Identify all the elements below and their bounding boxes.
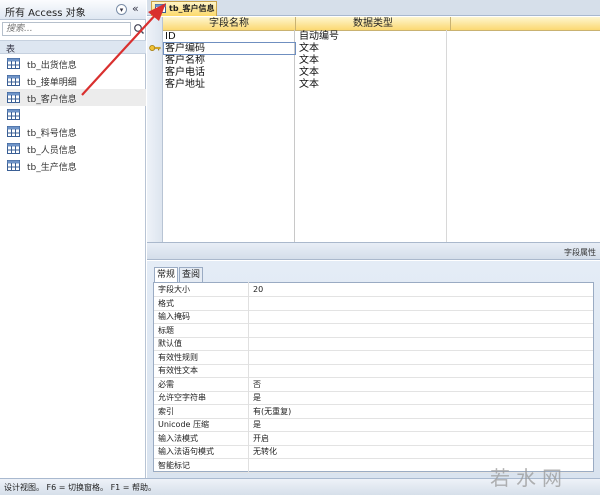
property-label: 有效性规则 (158, 352, 198, 362)
property-value[interactable]: 是 (253, 391, 261, 404)
nav-title[interactable]: 所有 Access 对象 (5, 4, 86, 19)
data-type-cell[interactable]: 文本 (299, 55, 319, 67)
property-row[interactable]: 输入掩码 (154, 310, 593, 324)
chevron-down-icon[interactable]: ▾ (116, 4, 127, 15)
property-label: 默认值 (158, 339, 182, 348)
property-row[interactable]: 字段大小 20 (154, 283, 593, 297)
table-icon (7, 143, 20, 154)
property-row[interactable]: 有效性规则 (154, 351, 593, 365)
property-row[interactable]: 允许空字符串 是 (154, 391, 593, 405)
table-icon (7, 126, 20, 137)
data-type-cell[interactable]: 文本 (299, 43, 319, 55)
nav-item-label: tb_料号信息 (27, 129, 77, 139)
document-tab[interactable]: tb_客户信息 (151, 1, 217, 16)
property-label: Unicode 压缩 (158, 420, 209, 429)
nav-header[interactable]: 所有 Access 对象 ▾ « (0, 0, 146, 20)
property-row[interactable]: 输入法语句模式 无转化 (154, 445, 593, 459)
collapse-icon[interactable]: « (132, 2, 139, 15)
navigation-pane: 所有 Access 对象 ▾ « 表 tb_出货信息 tb_接单明细 tb_客户… (0, 0, 146, 478)
column-divider (294, 30, 295, 242)
table-icon (7, 92, 20, 103)
tab-general[interactable]: 常规 (154, 267, 179, 282)
property-label: 必需 (158, 379, 174, 389)
property-label: 智能标记 (158, 460, 190, 470)
watermark: 若水网 (490, 466, 568, 490)
property-value[interactable]: 否 (253, 378, 261, 391)
tab-lookup[interactable]: 查阅 (179, 267, 204, 282)
property-row[interactable]: 默认值 (154, 337, 593, 351)
property-value[interactable]: 无转化 (253, 445, 277, 458)
property-label: 输入法语句模式 (158, 447, 214, 456)
table-icon (7, 160, 20, 171)
table-icon (155, 4, 166, 13)
status-text: 设计视图。 F6 = 切换窗格。 F1 = 帮助。 (4, 483, 157, 492)
property-row[interactable]: 有效性文本 (154, 364, 593, 378)
property-value[interactable]: 是 (253, 418, 261, 431)
field-name-cell[interactable]: 客户地址 (165, 79, 205, 91)
group-header-tables[interactable]: 表 (0, 40, 146, 55)
property-label: 输入掩码 (158, 312, 190, 321)
property-label: 输入法模式 (158, 433, 198, 443)
column-header-data-type[interactable]: 数据类型 (296, 17, 451, 31)
nav-item-table[interactable]: tb_料号信息 (0, 123, 146, 140)
property-row[interactable]: 标题 (154, 324, 593, 338)
property-label: 允许空字符串 (158, 393, 206, 402)
search-input[interactable] (2, 22, 131, 36)
nav-item-label: tb_人员信息 (27, 146, 77, 156)
field-name-cell[interactable]: 客户名称 (165, 55, 205, 67)
property-label: 格式 (158, 298, 174, 308)
table-icon (7, 109, 20, 120)
property-label: 标题 (158, 325, 174, 335)
document-tab-label: tb_客户信息 (169, 4, 215, 13)
column-divider (446, 30, 447, 242)
field-properties-bar: 字段属性 (147, 242, 600, 260)
property-label: 索引 (158, 406, 174, 416)
property-row[interactable]: 必需 否 (154, 378, 593, 392)
column-header-description[interactable] (451, 17, 600, 31)
nav-item-table-selected[interactable]: tb_客户信息 (0, 89, 146, 106)
field-properties-label: 字段属性 (564, 248, 596, 257)
primary-key-icon (149, 43, 161, 53)
nav-item-label: tb_客户信息 (27, 95, 77, 105)
property-row[interactable]: 格式 (154, 297, 593, 311)
nav-item-table[interactable]: tb_人员信息 (0, 140, 146, 157)
active-cell-editor[interactable] (163, 42, 296, 55)
search-icon[interactable] (133, 22, 145, 36)
table-icon (7, 58, 20, 69)
table-row[interactable]: 客户电话 文本 (163, 67, 600, 79)
property-row[interactable]: 输入法模式 开启 (154, 432, 593, 446)
property-value[interactable]: 20 (253, 283, 263, 296)
nav-item-table[interactable]: tb_接单明细 (0, 72, 146, 89)
group-label: 表 (6, 45, 16, 55)
property-value[interactable]: 开启 (253, 432, 269, 445)
table-icon (7, 75, 20, 86)
data-type-cell[interactable]: 自动编号 (299, 31, 339, 43)
nav-item-table[interactable]: tb_出货信息 (0, 55, 146, 72)
nav-item-label: tb_出货信息 (27, 61, 77, 71)
nav-item-table[interactable]: tb_生产信息 (0, 157, 146, 174)
property-row[interactable]: Unicode 压缩 是 (154, 418, 593, 432)
property-label: 字段大小 (158, 285, 190, 294)
property-label: 有效性文本 (158, 366, 198, 375)
data-type-cell[interactable]: 文本 (299, 67, 319, 79)
property-row[interactable]: 索引 有(无重复) (154, 405, 593, 419)
nav-item-table[interactable]: tb_料号信息 (0, 106, 146, 123)
table-row[interactable]: 客户名称 文本 (163, 55, 600, 67)
nav-item-label: tb_接单明细 (27, 78, 77, 88)
property-column-divider (248, 282, 249, 472)
nav-item-label: tb_生产信息 (27, 163, 77, 173)
field-name-cell[interactable]: 客户电话 (165, 67, 205, 79)
property-value[interactable]: 有(无重复) (253, 405, 291, 418)
property-sheet: 字段大小 20 格式 输入掩码 标题 默认值 有效性规则 有效性文本 必需 否 允许… (153, 282, 594, 473)
data-type-cell[interactable]: 文本 (299, 79, 319, 91)
table-row[interactable]: 客户地址 文本 (163, 79, 600, 91)
column-header-field-name[interactable]: 字段名称 (163, 17, 296, 31)
